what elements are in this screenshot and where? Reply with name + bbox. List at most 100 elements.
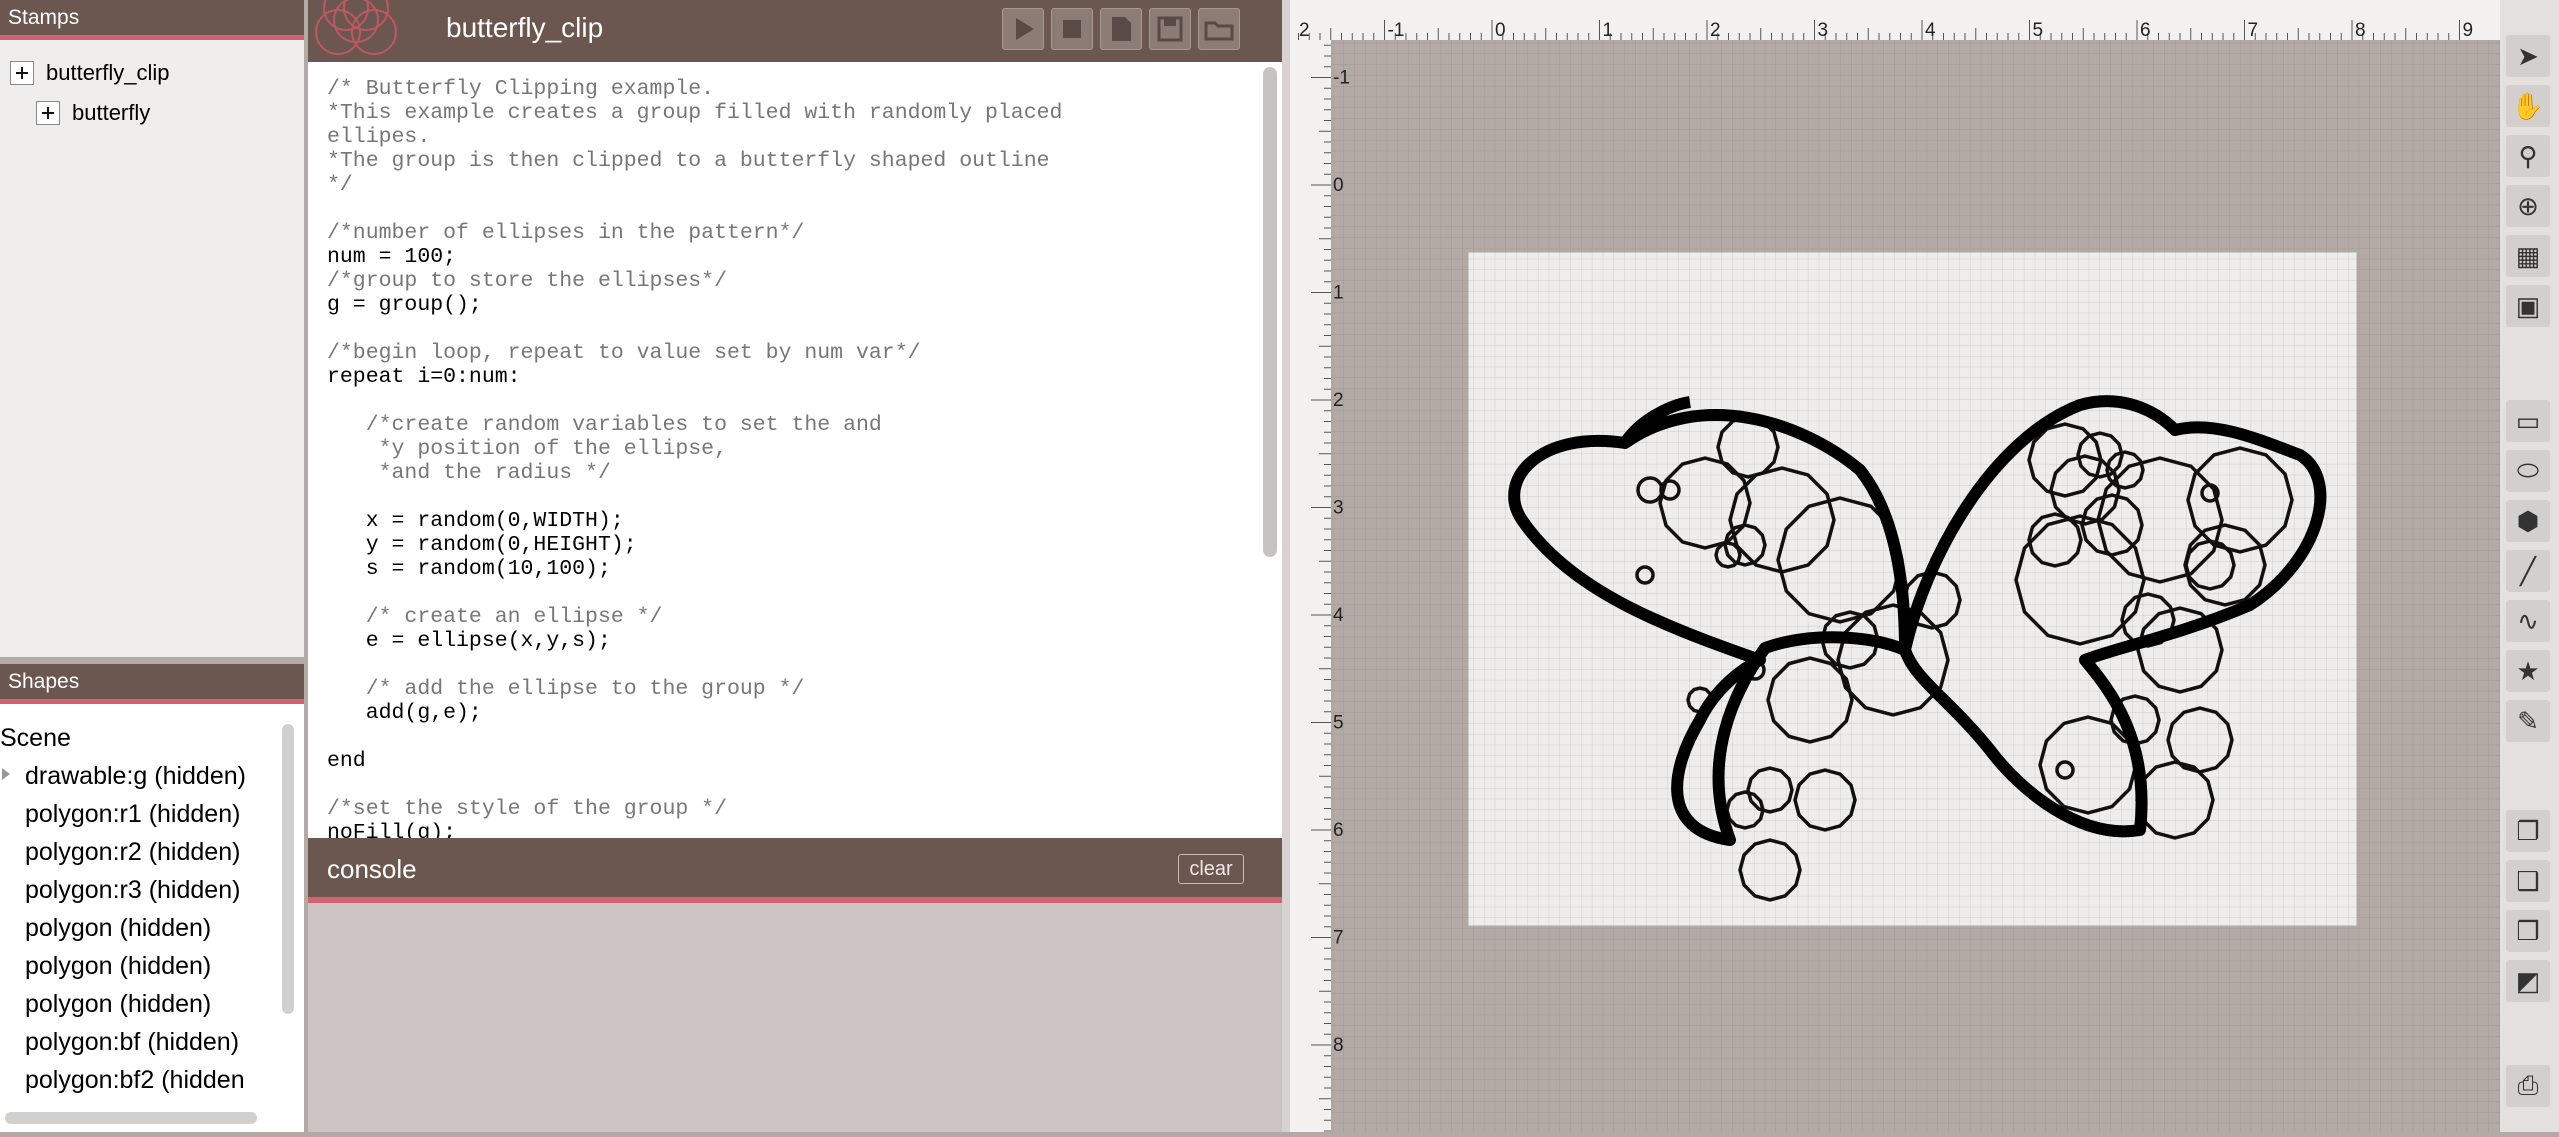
rectangle-tool-button[interactable]: ▭: [2506, 400, 2550, 442]
open-folder-button[interactable]: [1198, 8, 1240, 50]
shape-row[interactable]: polygon (hidden): [25, 914, 211, 943]
rectangle-icon: ▭: [2515, 405, 2541, 436]
code-line[interactable]: noFill(g);: [327, 821, 456, 838]
code-scrollbar[interactable]: [1263, 67, 1277, 557]
code-comment-line[interactable]: /* Butterfly Clipping example.: [327, 77, 714, 101]
editor-title: butterfly_clip: [446, 12, 604, 43]
console-output[interactable]: [308, 903, 1282, 1132]
code-comment-line[interactable]: /*group to store the ellipses*/: [327, 269, 727, 293]
stop-icon: [1063, 20, 1081, 38]
code-comment-line[interactable]: *This example creates a group filled wit…: [327, 101, 1062, 125]
scene-root[interactable]: Scene: [0, 724, 71, 753]
ruler-label: 6: [1333, 820, 1344, 841]
code-line[interactable]: repeat i=0:num:: [327, 365, 521, 389]
tools-toolbar: ➤ ✋ ⚲ ⊕ ▦ ▣ ▭ ⬭ ⬢ ╱ ∿ ★ ✎ ❐ ❑ ❒ ◩ ⎙: [2500, 0, 2559, 1132]
editor-header: butterfly_clip: [308, 0, 1282, 62]
shape-row[interactable]: polygon:r3 (hidden): [25, 876, 240, 905]
grid-icon: ▦: [2515, 240, 2541, 271]
shape-row[interactable]: polygon (hidden): [25, 952, 211, 981]
code-comment-line[interactable]: /*begin loop, repeat to value set by num…: [327, 341, 921, 365]
crop-tool-button[interactable]: ▣: [2506, 285, 2550, 327]
move-backward-icon: ◩: [2515, 965, 2541, 996]
ruler-label: 7: [2248, 20, 2259, 41]
code-comment-line[interactable]: *The group is then clipped to a butterfl…: [327, 149, 1050, 173]
run-button[interactable]: [1002, 8, 1044, 50]
code-comment-line[interactable]: */: [327, 173, 353, 197]
shape-row[interactable]: polygon (hidden): [25, 990, 211, 1019]
code-comment-line[interactable]: /*create random variables to set the and: [327, 413, 882, 437]
move-backward-tool-button[interactable]: ◩: [2506, 960, 2550, 1002]
panel-splitter[interactable]: [0, 657, 304, 664]
code-comment-line[interactable]: ellipes.: [327, 125, 430, 149]
ruler-label: 5: [1333, 713, 1344, 734]
code-line[interactable]: add(g,e);: [327, 701, 482, 725]
stamp-item-butterfly-clip[interactable]: butterfly_clip: [10, 60, 170, 86]
expand-plus-icon[interactable]: [36, 101, 60, 125]
code-comment-line[interactable]: /*set the style of the group */: [327, 797, 727, 821]
code-editor[interactable]: /* Butterfly Clipping example. *This exa…: [308, 62, 1282, 838]
ruler-label: -1: [1388, 20, 1405, 41]
ruler-label: 4: [1925, 20, 1936, 41]
ruler-label: 1: [1603, 20, 1614, 41]
print-tool-button[interactable]: ⎙: [2506, 1065, 2550, 1107]
stamp-item-butterfly[interactable]: butterfly: [36, 100, 150, 126]
ellipse-tool-button[interactable]: ⬭: [2506, 450, 2550, 492]
code-comment-line[interactable]: *y position of the ellipse,: [327, 437, 727, 461]
code-comment-line[interactable]: *and the radius */: [327, 461, 611, 485]
code-line[interactable]: end: [327, 749, 366, 773]
grid-tool-button[interactable]: ▦: [2506, 235, 2550, 277]
code-line[interactable]: num = 100;: [327, 245, 456, 269]
top-ruler[interactable]: [1290, 0, 2500, 40]
polygon-tool-button[interactable]: ⬢: [2506, 500, 2550, 542]
ruler-label: 4: [1333, 605, 1344, 626]
clear-console-button[interactable]: clear: [1178, 854, 1244, 884]
horizontal-scrollbar[interactable]: [5, 1112, 257, 1124]
hand-tool-button[interactable]: ✋: [2506, 85, 2550, 127]
code-line[interactable]: x = random(0,WIDTH);: [327, 509, 624, 533]
shapes-panel: Shapes Scene drawable:g (hidden) polygon…: [0, 664, 304, 1132]
star-icon: ★: [2516, 655, 2540, 686]
save-button[interactable]: [1149, 8, 1191, 50]
stamp-item-label: butterfly: [72, 100, 151, 125]
target-tool-button[interactable]: ⊕: [2506, 185, 2550, 227]
pointer-icon: ➤: [2517, 40, 2539, 71]
send-back-icon: ❑: [2516, 865, 2540, 896]
new-file-button[interactable]: [1100, 8, 1142, 50]
vertical-scrollbar[interactable]: [282, 724, 294, 1014]
star-tool-button[interactable]: ★: [2506, 650, 2550, 692]
print-icon: ⎙: [2517, 1070, 2539, 1100]
send-back-tool-button[interactable]: ❑: [2506, 860, 2550, 902]
move-forward-tool-button[interactable]: ❒: [2506, 910, 2550, 952]
pointer-tool-button[interactable]: ➤: [2506, 35, 2550, 77]
zoom-icon: ⚲: [2518, 140, 2538, 171]
bring-front-tool-button[interactable]: ❐: [2506, 810, 2550, 852]
left-ruler[interactable]: [1290, 0, 1331, 1132]
code-line[interactable]: y = random(0,HEIGHT);: [327, 533, 637, 557]
expand-plus-icon[interactable]: [10, 61, 34, 85]
code-line[interactable]: s = random(10,100);: [327, 557, 611, 581]
code-line[interactable]: e = ellipse(x,y,s);: [327, 629, 611, 653]
curve-tool-button[interactable]: ∿: [2506, 600, 2550, 642]
shape-row[interactable]: drawable:g (hidden): [25, 762, 246, 791]
pen-tool-button[interactable]: ✎: [2506, 700, 2550, 742]
shape-row[interactable]: polygon:r1 (hidden): [25, 800, 240, 829]
shape-row[interactable]: polygon:bf (hidden): [25, 1028, 239, 1057]
line-tool-button[interactable]: ╱: [2506, 550, 2550, 592]
ruler-label: 8: [2355, 20, 2366, 41]
code-comment-line[interactable]: /* create an ellipse */: [327, 605, 663, 629]
code-text[interactable]: /* Butterfly Clipping example. *This exa…: [327, 77, 1062, 838]
shape-row[interactable]: polygon:r2 (hidden): [25, 838, 240, 867]
code-comment-line[interactable]: /* add the ellipse to the group */: [327, 677, 805, 701]
crop-icon: ▣: [2515, 290, 2541, 321]
code-line[interactable]: g = group();: [327, 293, 482, 317]
zoom-tool-button[interactable]: ⚲: [2506, 135, 2550, 177]
code-comment-line[interactable]: /*number of ellipses in the pattern*/: [327, 221, 804, 245]
shape-row[interactable]: polygon:bf2 (hidden: [25, 1066, 273, 1095]
line-icon: ╱: [2520, 555, 2536, 586]
ruler-label: 2: [1333, 390, 1344, 411]
panel-splitter[interactable]: [1282, 0, 1290, 1132]
expand-triangle-icon[interactable]: [2, 768, 10, 780]
drawing-canvas[interactable]: 2 -1 0 1 2 3 4 5 6 7 8 9 -1 0 1 2 3 4 5 6 7 8: [1290, 0, 2500, 1132]
stop-button[interactable]: [1051, 8, 1093, 50]
curve-icon: ∿: [2517, 605, 2539, 636]
